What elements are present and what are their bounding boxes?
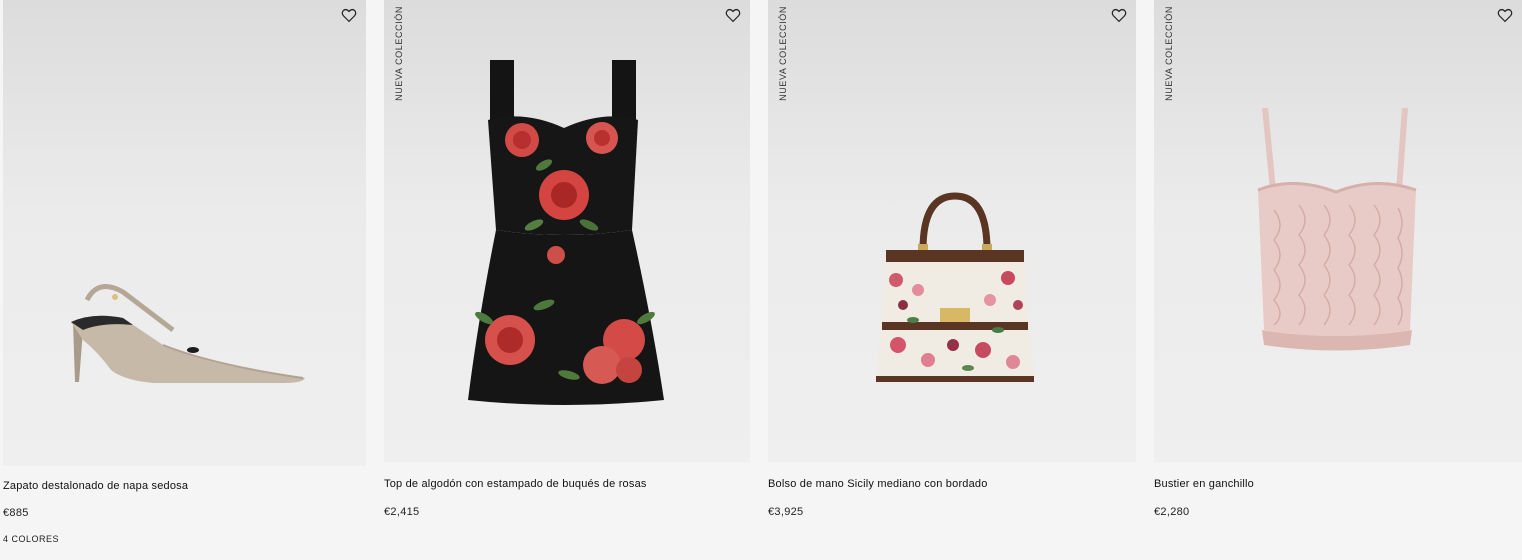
product-price: €885 [3,507,29,519]
product-image-area[interactable]: NUEVA COLECCIÓN [768,0,1136,462]
new-collection-badge: NUEVA COLECCIÓN [394,6,404,101]
product-name[interactable]: Bolso de mano Sicily mediano con bordado [768,478,988,490]
heart-icon[interactable] [724,6,742,24]
product-image-area[interactable]: NUEVA COLECCIÓN [384,0,750,462]
product-card[interactable]: NUEVA COLECCIÓN Bolso de mano Sicily med… [768,0,1136,518]
product-price: €3,925 [768,506,804,518]
heart-icon[interactable] [1496,6,1514,24]
floral-dress-icon [468,60,664,405]
product-name[interactable]: Zapato destalonado de napa sedosa [3,480,188,492]
heart-icon[interactable] [1110,6,1128,24]
product-image-area[interactable] [3,0,366,466]
product-name[interactable]: Bustier en ganchillo [1154,478,1254,490]
product-card[interactable]: Zapato destalonado de napa sedosa €885 4… [3,0,366,544]
product-card[interactable]: NUEVA COLECCIÓN Bustier en ganchillo €2,… [1154,0,1522,518]
handbag-icon [876,192,1034,382]
product-card[interactable]: NUEVA COLECCIÓN Top de algodón con estam… [384,0,750,518]
product-image-area[interactable]: NUEVA COLECCIÓN [1154,0,1522,462]
product-name[interactable]: Top de algodón con estampado de buqués d… [384,478,647,490]
color-count[interactable]: 4 COLORES [3,534,59,544]
product-grid: Zapato destalonado de napa sedosa €885 4… [0,0,1522,560]
product-price: €2,280 [1154,506,1190,518]
slingback-pump-icon [71,284,305,383]
new-collection-badge: NUEVA COLECCIÓN [778,6,788,101]
product-price: €2,415 [384,506,420,518]
new-collection-badge: NUEVA COLECCIÓN [1164,6,1174,101]
crochet-bustier-icon [1257,108,1417,351]
heart-icon[interactable] [340,6,358,24]
